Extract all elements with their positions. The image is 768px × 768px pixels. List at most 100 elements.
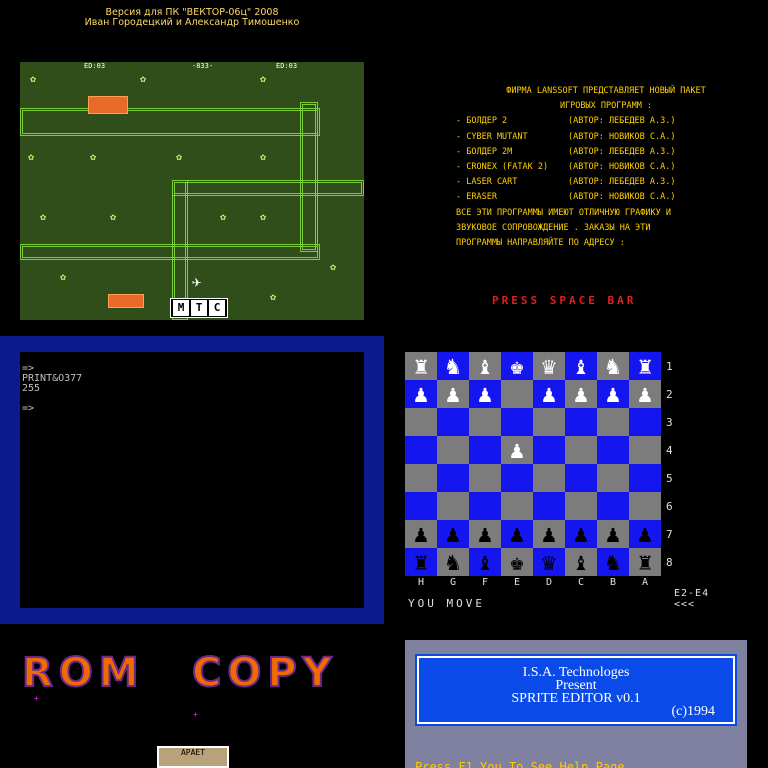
- board-square[interactable]: [597, 408, 629, 436]
- board-square[interactable]: ♟: [437, 380, 469, 408]
- board-square[interactable]: [533, 436, 565, 464]
- black-piece-icon[interactable]: ♞: [446, 548, 460, 576]
- board-square[interactable]: ♟: [437, 520, 469, 548]
- white-piece-icon[interactable]: ♞: [606, 352, 620, 380]
- black-piece-icon[interactable]: ♟: [542, 520, 556, 548]
- board-square[interactable]: ♜: [629, 548, 661, 576]
- white-piece-icon[interactable]: ♟: [446, 380, 460, 408]
- board-square[interactable]: [597, 492, 629, 520]
- board-square[interactable]: [469, 436, 501, 464]
- terminal-screen[interactable]: => PRINT&O377 255 =>: [20, 352, 364, 608]
- board-square[interactable]: ♝: [469, 352, 501, 380]
- board-square[interactable]: ♜: [629, 352, 661, 380]
- board-square[interactable]: ♞: [597, 352, 629, 380]
- board-square[interactable]: [565, 408, 597, 436]
- white-piece-icon[interactable]: ♝: [574, 352, 588, 380]
- board-square[interactable]: [565, 436, 597, 464]
- black-piece-icon[interactable]: ♟: [510, 520, 524, 548]
- black-piece-icon[interactable]: ♟: [574, 520, 588, 548]
- board-square[interactable]: [469, 492, 501, 520]
- board-square[interactable]: [405, 492, 437, 520]
- tree-icon: ✿: [30, 74, 37, 85]
- board-square[interactable]: [469, 464, 501, 492]
- board-square[interactable]: ♝: [565, 548, 597, 576]
- white-piece-icon[interactable]: ♟: [574, 380, 588, 408]
- board-square[interactable]: [437, 408, 469, 436]
- board-square[interactable]: ♟: [597, 520, 629, 548]
- black-piece-icon[interactable]: ♚: [510, 548, 524, 576]
- board-square[interactable]: ♟: [565, 380, 597, 408]
- board-square[interactable]: ♟: [629, 380, 661, 408]
- board-square[interactable]: [501, 408, 533, 436]
- black-piece-icon[interactable]: ♞: [606, 548, 620, 576]
- black-piece-icon[interactable]: ♜: [414, 548, 428, 576]
- board-square[interactable]: [533, 464, 565, 492]
- white-piece-icon[interactable]: ♜: [638, 352, 652, 380]
- board-square[interactable]: [405, 408, 437, 436]
- board-square[interactable]: [501, 380, 533, 408]
- board-square[interactable]: [597, 464, 629, 492]
- board-square[interactable]: [629, 436, 661, 464]
- white-piece-icon[interactable]: ♟: [414, 380, 428, 408]
- white-piece-icon[interactable]: ♟: [478, 380, 492, 408]
- board-square[interactable]: ♛: [533, 548, 565, 576]
- black-piece-icon[interactable]: ♝: [478, 548, 492, 576]
- white-piece-icon[interactable]: ♚: [510, 352, 524, 380]
- board-square[interactable]: ♟: [501, 520, 533, 548]
- board-square[interactable]: [437, 464, 469, 492]
- tree-icon: ✿: [28, 152, 35, 163]
- board-square[interactable]: ♟: [501, 436, 533, 464]
- board-square[interactable]: [629, 408, 661, 436]
- black-piece-icon[interactable]: ♟: [638, 520, 652, 548]
- white-piece-icon[interactable]: ♟: [606, 380, 620, 408]
- white-piece-icon[interactable]: ♟: [638, 380, 652, 408]
- board-square[interactable]: ♟: [565, 520, 597, 548]
- black-piece-icon[interactable]: ♟: [478, 520, 492, 548]
- board-square[interactable]: ♛: [533, 352, 565, 380]
- board-square[interactable]: [629, 492, 661, 520]
- board-square[interactable]: ♞: [437, 548, 469, 576]
- board-square[interactable]: [405, 464, 437, 492]
- board-square[interactable]: ♟: [629, 520, 661, 548]
- board-square[interactable]: ♝: [469, 548, 501, 576]
- board-square[interactable]: [469, 408, 501, 436]
- board-square[interactable]: [533, 408, 565, 436]
- board-square[interactable]: [533, 492, 565, 520]
- board-square[interactable]: ♟: [533, 380, 565, 408]
- board-square[interactable]: ♟: [469, 380, 501, 408]
- board-square[interactable]: [629, 464, 661, 492]
- white-piece-icon[interactable]: ♟: [510, 436, 524, 464]
- black-piece-icon[interactable]: ♝: [574, 548, 588, 576]
- black-piece-icon[interactable]: ♟: [414, 520, 428, 548]
- black-piece-icon[interactable]: ♛: [542, 548, 556, 576]
- board-square[interactable]: ♚: [501, 548, 533, 576]
- white-piece-icon[interactable]: ♞: [446, 352, 460, 380]
- board-square[interactable]: [405, 436, 437, 464]
- board-square[interactable]: ♞: [597, 548, 629, 576]
- board-square[interactable]: [501, 492, 533, 520]
- board-square[interactable]: ♟: [405, 520, 437, 548]
- board-square[interactable]: ♟: [469, 520, 501, 548]
- board-square[interactable]: [437, 436, 469, 464]
- board-square[interactable]: ♜: [405, 548, 437, 576]
- board-square[interactable]: [597, 436, 629, 464]
- board-square[interactable]: ♝: [565, 352, 597, 380]
- board-square[interactable]: ♟: [597, 380, 629, 408]
- black-piece-icon[interactable]: ♟: [606, 520, 620, 548]
- board-square[interactable]: ♟: [405, 380, 437, 408]
- board-square[interactable]: ♟: [533, 520, 565, 548]
- chess-board[interactable]: ♜ ♞ ♝ ♚ ♛ ♝ ♞ ♜ ♟ ♟ ♟ ♟ ♟ ♟ ♟ ♟ ♟ ♟ ♟ ♟ ♟ ♟ ♟ ♟ ♜ ♞ ♝ ♚ ♛ ♝ ♞ ♜: [405, 352, 661, 576]
- white-piece-icon[interactable]: ♜: [414, 352, 428, 380]
- black-piece-icon[interactable]: ♜: [638, 548, 652, 576]
- board-square[interactable]: ♞: [437, 352, 469, 380]
- black-piece-icon[interactable]: ♟: [446, 520, 460, 548]
- white-piece-icon[interactable]: ♝: [478, 352, 492, 380]
- white-piece-icon[interactable]: ♟: [542, 380, 556, 408]
- board-square[interactable]: [501, 464, 533, 492]
- board-square[interactable]: ♚: [501, 352, 533, 380]
- board-square[interactable]: [565, 492, 597, 520]
- board-square[interactable]: [565, 464, 597, 492]
- white-piece-icon[interactable]: ♛: [542, 352, 556, 380]
- board-square[interactable]: [437, 492, 469, 520]
- board-square[interactable]: ♜: [405, 352, 437, 380]
